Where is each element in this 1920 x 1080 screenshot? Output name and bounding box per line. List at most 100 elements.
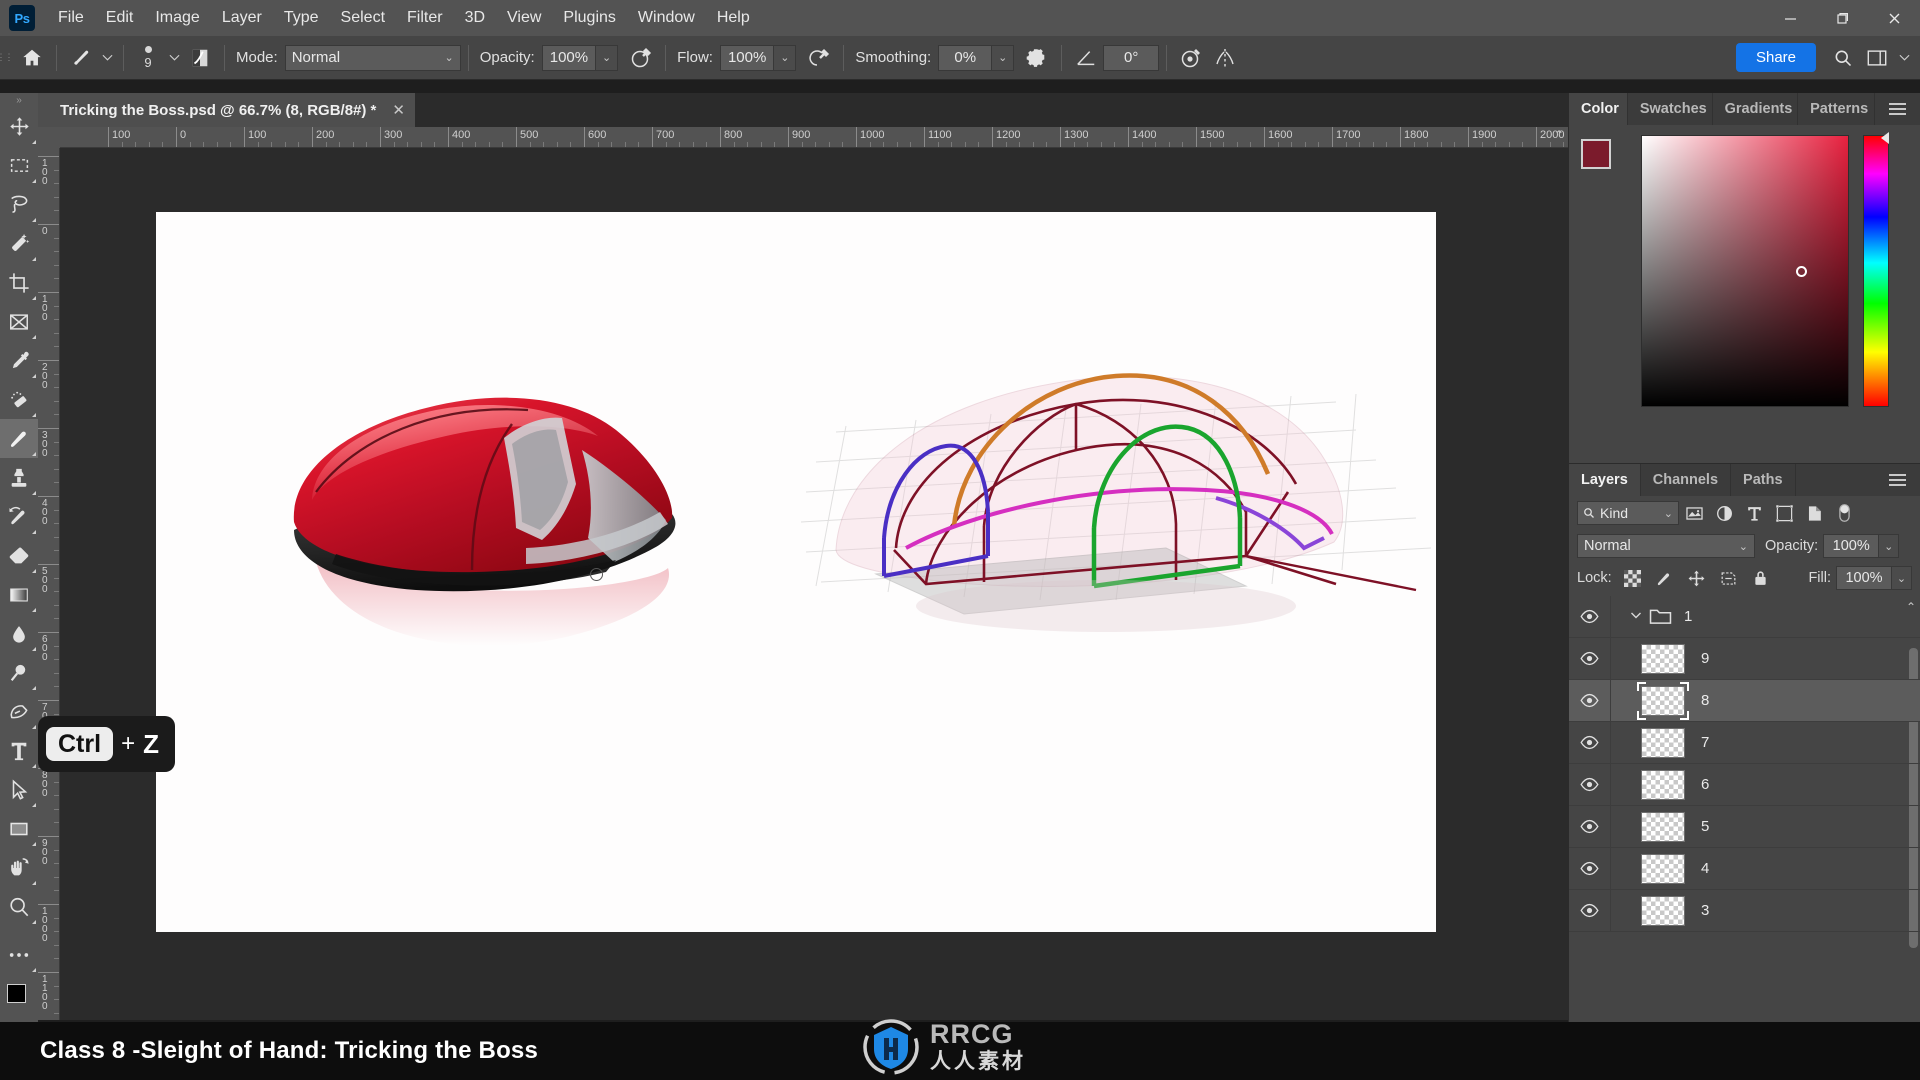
pixel-layer-filter-icon[interactable] (1679, 500, 1709, 526)
smoothing-stepper[interactable]: ⌄ (992, 44, 1015, 71)
hand-tool[interactable] (0, 848, 38, 887)
search-icon[interactable] (1826, 43, 1860, 73)
clone-stamp-tool[interactable] (0, 458, 38, 497)
table-row[interactable]: 6 (1569, 763, 1920, 806)
menu-3d[interactable]: 3D (454, 3, 496, 33)
brush-angle-icon[interactable] (1069, 43, 1103, 73)
ruler-collapse-icon[interactable]: ⌃ (1554, 128, 1564, 142)
share-button[interactable]: Share (1735, 43, 1816, 72)
tab-channels[interactable]: Channels (1641, 464, 1732, 496)
toolbar-grip[interactable]: » (0, 93, 38, 107)
table-row[interactable]: 7 (1569, 721, 1920, 764)
close-button[interactable] (1868, 0, 1920, 36)
layer-visibility-toggle[interactable] (1569, 847, 1611, 890)
tab-swatches[interactable]: Swatches (1628, 93, 1713, 125)
tab-paths[interactable]: Paths (1731, 464, 1796, 496)
blend-mode-select[interactable]: Normal ⌄ (284, 44, 461, 71)
tab-gradients[interactable]: Gradients (1713, 93, 1799, 125)
layer-opacity-input[interactable]: 100% (1823, 534, 1880, 558)
smart-object-filter-icon[interactable] (1799, 500, 1829, 526)
opacity-input[interactable]: 100% (541, 44, 597, 71)
flow-input[interactable]: 100% (719, 44, 775, 71)
symmetry-icon[interactable] (1208, 43, 1242, 73)
layer-filter-kind-select[interactable]: Kind ⌄ (1577, 501, 1679, 525)
blur-tool[interactable] (0, 614, 38, 653)
menu-file[interactable]: File (47, 3, 95, 33)
chevron-down-icon[interactable] (1894, 43, 1914, 73)
smoothing-input[interactable]: 0% (938, 44, 993, 71)
flow-stepper[interactable]: ⌄ (774, 44, 797, 71)
eyedropper-tool[interactable] (0, 341, 38, 380)
foreground-color-swatch[interactable] (1581, 139, 1611, 169)
options-bar-grip[interactable]: ⋮⋮ (0, 36, 14, 80)
color-picker-marker-icon[interactable] (1796, 266, 1807, 277)
eraser-tool[interactable] (0, 536, 38, 575)
menu-select[interactable]: Select (330, 3, 396, 33)
layer-visibility-toggle[interactable] (1569, 889, 1611, 932)
menu-view[interactable]: View (496, 3, 552, 33)
layer-thumbnail[interactable] (1641, 811, 1685, 842)
edit-toolbar-ellipsis-icon[interactable] (0, 935, 38, 974)
menu-window[interactable]: Window (627, 3, 706, 33)
shape-layer-filter-icon[interactable] (1769, 500, 1799, 526)
layer-thumbnail[interactable] (1641, 895, 1685, 926)
filter-toggle-icon[interactable] (1829, 500, 1859, 526)
adjustment-layer-filter-icon[interactable] (1709, 500, 1739, 526)
foreground-color-swatch[interactable] (7, 984, 26, 1003)
hue-slider[interactable] (1863, 132, 1889, 407)
layer-list[interactable]: ⌃ 1 9 8 7 6 5 4 3 (1569, 596, 1920, 1038)
brush-preset-chevron-icon[interactable] (98, 43, 116, 73)
group-expand-chevron-icon[interactable] (1623, 609, 1649, 624)
airbrush-icon[interactable] (802, 43, 836, 73)
document-tab[interactable]: Tricking the Boss.psd @ 66.7% (8, RGB/8#… (38, 93, 416, 127)
layer-visibility-toggle[interactable] (1569, 805, 1611, 848)
gear-icon[interactable] (1020, 43, 1054, 73)
artboard[interactable] (156, 212, 1436, 932)
menu-help[interactable]: Help (706, 3, 761, 33)
layer-blend-mode-select[interactable]: Normal ⌄ (1577, 534, 1755, 558)
canvas-area[interactable] (60, 148, 1568, 1020)
lock-image-pixels-icon[interactable] (1649, 565, 1681, 591)
color-spectrum-field[interactable] (1641, 135, 1849, 407)
menu-layer[interactable]: Layer (211, 3, 273, 33)
lock-position-icon[interactable] (1681, 565, 1713, 591)
brush-size-chevron-icon[interactable] (165, 43, 183, 73)
pressure-opacity-icon[interactable] (624, 43, 658, 73)
table-row[interactable]: 5 (1569, 805, 1920, 848)
layer-thumbnail[interactable] (1641, 643, 1685, 674)
layer-visibility-toggle[interactable] (1569, 721, 1611, 764)
layer-visibility-toggle[interactable] (1569, 637, 1611, 680)
menu-edit[interactable]: Edit (95, 3, 145, 33)
lock-artboard-nesting-icon[interactable] (1713, 565, 1745, 591)
tab-patterns[interactable]: Patterns (1798, 93, 1875, 125)
workspace-icon[interactable] (1860, 43, 1894, 73)
lock-transparent-pixels-icon[interactable] (1617, 565, 1649, 591)
rectangular-marquee-tool[interactable] (0, 146, 38, 185)
tab-color[interactable]: Color (1569, 93, 1628, 125)
layer-fill-input[interactable]: 100% (1836, 566, 1892, 590)
color-swatches[interactable] (1581, 139, 1627, 185)
zoom-tool[interactable] (0, 887, 38, 926)
layer-thumbnail[interactable] (1637, 681, 1689, 720)
table-row[interactable]: 8 (1569, 679, 1920, 722)
brush-settings-icon[interactable] (183, 43, 217, 73)
panel-menu-icon[interactable] (1875, 464, 1920, 496)
spot-healing-brush-tool[interactable] (0, 380, 38, 419)
menu-filter[interactable]: Filter (396, 3, 454, 33)
layer-opacity-stepper[interactable]: ⌄ (1879, 534, 1900, 558)
rectangle-tool[interactable] (0, 809, 38, 848)
table-row[interactable]: 9 (1569, 637, 1920, 680)
tab-layers[interactable]: Layers (1569, 464, 1641, 496)
frame-tool[interactable] (0, 302, 38, 341)
layer-group-row[interactable]: 1 (1569, 596, 1920, 638)
maximize-button[interactable] (1816, 0, 1868, 36)
layer-fill-stepper[interactable]: ⌄ (1892, 566, 1912, 590)
history-brush-tool[interactable] (0, 497, 38, 536)
menu-type[interactable]: Type (273, 3, 330, 33)
brush-preset-icon[interactable] (64, 43, 98, 73)
layer-visibility-toggle[interactable] (1569, 763, 1611, 806)
minimize-button[interactable] (1764, 0, 1816, 36)
home-icon[interactable] (15, 43, 49, 73)
gradient-tool[interactable] (0, 575, 38, 614)
hue-slider-handle-icon[interactable] (1881, 132, 1889, 144)
